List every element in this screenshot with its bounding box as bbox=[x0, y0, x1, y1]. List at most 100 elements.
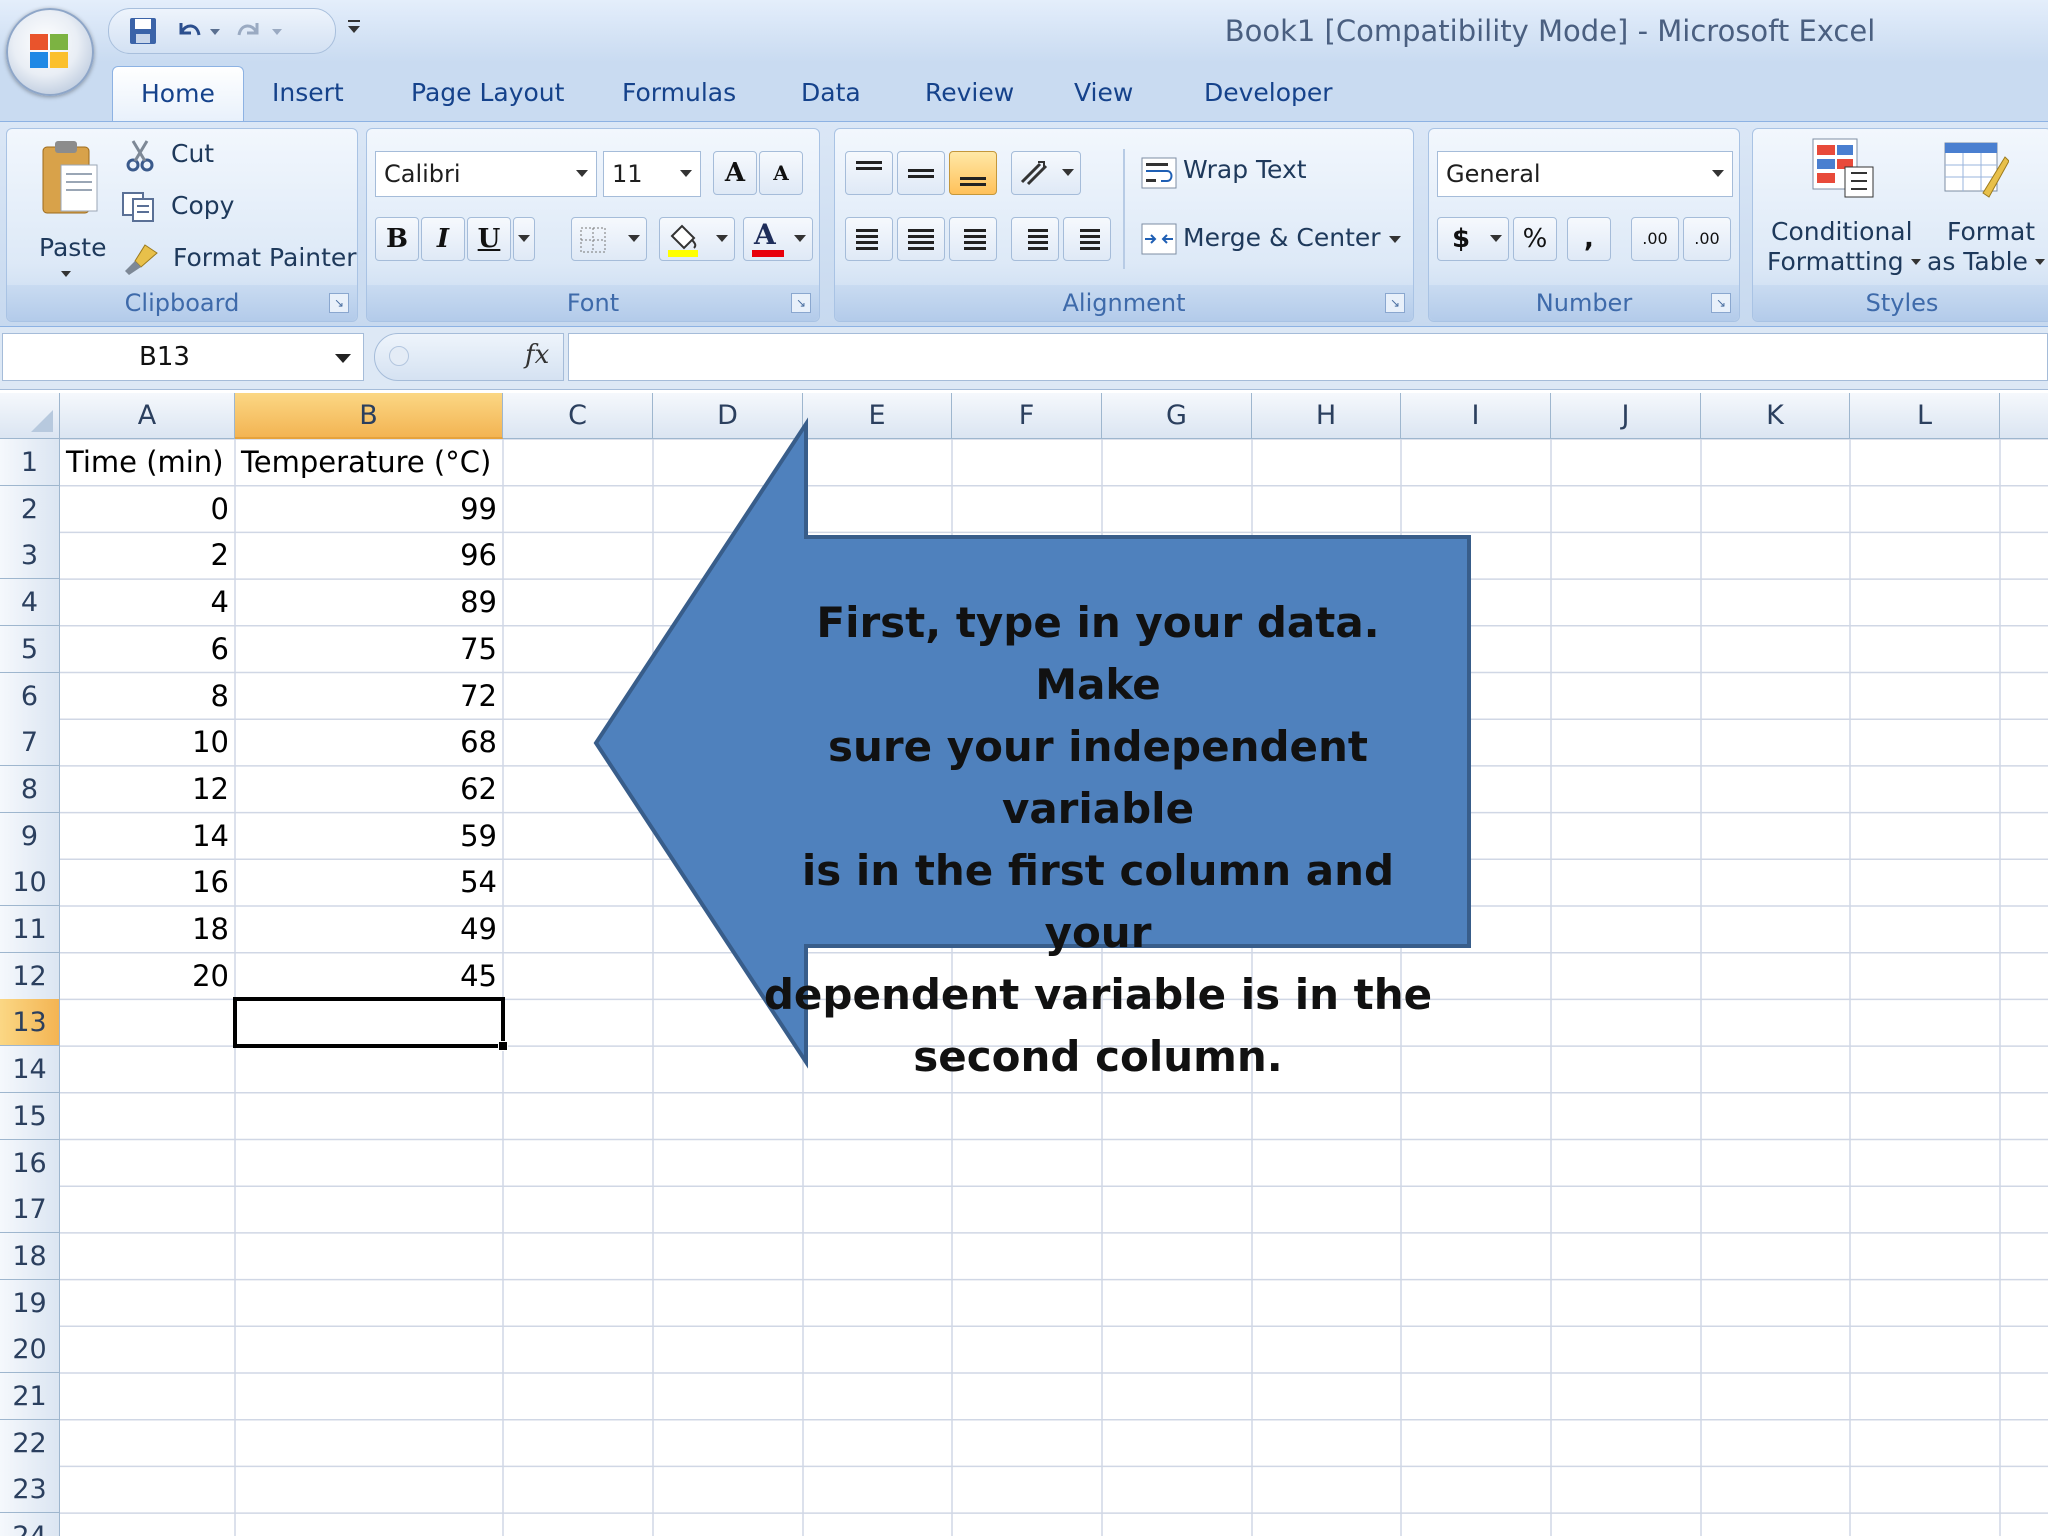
align-middle-button[interactable] bbox=[897, 151, 945, 195]
tab-formulas[interactable]: Formulas bbox=[622, 78, 736, 107]
cell-a1[interactable]: Time (min) bbox=[60, 439, 235, 486]
row-header-9[interactable]: 9 bbox=[0, 812, 60, 860]
cell-a3[interactable]: 2 bbox=[60, 532, 235, 579]
row-header-24[interactable]: 24 bbox=[0, 1513, 60, 1536]
name-box[interactable]: B13 bbox=[2, 333, 364, 381]
cell-b1[interactable]: Temperature (°C) bbox=[235, 439, 503, 486]
row-header-3[interactable]: 3 bbox=[0, 532, 60, 580]
comma-button[interactable]: , bbox=[1567, 217, 1611, 261]
cell-a10[interactable]: 16 bbox=[60, 859, 235, 906]
paste-button[interactable]: Paste bbox=[21, 139, 121, 289]
formula-input[interactable] bbox=[568, 333, 2048, 381]
column-header-c[interactable]: C bbox=[503, 393, 653, 439]
row-header-8[interactable]: 8 bbox=[0, 765, 60, 813]
undo-icon[interactable] bbox=[173, 15, 205, 47]
row-header-6[interactable]: 6 bbox=[0, 672, 60, 720]
currency-button[interactable]: $ bbox=[1437, 217, 1509, 261]
select-all-button[interactable] bbox=[0, 393, 60, 439]
borders-button[interactable] bbox=[571, 217, 647, 261]
column-header-f[interactable]: F bbox=[952, 393, 1102, 439]
row-header-21[interactable]: 21 bbox=[0, 1373, 60, 1420]
cell-b3[interactable]: 96 bbox=[235, 532, 503, 579]
cell-a7[interactable]: 10 bbox=[60, 719, 235, 766]
merge-center-button[interactable]: Merge & Center bbox=[1141, 223, 1401, 257]
increase-decimal-button[interactable]: .00 bbox=[1631, 217, 1679, 261]
tab-data[interactable]: Data bbox=[801, 78, 861, 107]
row-header-11[interactable]: 11 bbox=[0, 906, 60, 953]
column-header-i[interactable]: I bbox=[1401, 393, 1551, 439]
row-header-15[interactable]: 15 bbox=[0, 1092, 60, 1140]
underline-dropdown-icon[interactable] bbox=[513, 217, 535, 261]
percent-button[interactable]: % bbox=[1513, 217, 1557, 261]
cell-b6[interactable]: 72 bbox=[235, 673, 503, 720]
column-header-d[interactable]: D bbox=[653, 393, 803, 439]
undo-dropdown-icon[interactable] bbox=[207, 15, 223, 47]
redo-dropdown-icon[interactable] bbox=[269, 15, 285, 47]
orientation-button[interactable] bbox=[1011, 151, 1081, 195]
row-header-20[interactable]: 20 bbox=[0, 1326, 60, 1374]
row-header-2[interactable]: 2 bbox=[0, 485, 60, 533]
cell-a8[interactable]: 12 bbox=[60, 766, 235, 813]
row-header-18[interactable]: 18 bbox=[0, 1232, 60, 1280]
cell-a2[interactable]: 0 bbox=[60, 486, 235, 533]
cell-a9[interactable]: 14 bbox=[60, 813, 235, 860]
column-header-e[interactable]: E bbox=[803, 393, 952, 439]
cell-b8[interactable]: 62 bbox=[235, 766, 503, 813]
number-launcher-icon[interactable]: ↘ bbox=[1711, 293, 1731, 313]
align-right-button[interactable] bbox=[949, 217, 997, 261]
align-bottom-button[interactable] bbox=[949, 151, 997, 195]
office-button[interactable] bbox=[6, 8, 94, 96]
cell-b12[interactable]: 45 bbox=[235, 953, 503, 1000]
cell-b4[interactable]: 89 bbox=[235, 579, 503, 626]
row-header-16[interactable]: 16 bbox=[0, 1139, 60, 1187]
underline-button[interactable]: U bbox=[467, 217, 511, 261]
row-header-1[interactable]: 1 bbox=[0, 439, 60, 486]
tab-insert[interactable]: Insert bbox=[272, 78, 344, 107]
row-header-13[interactable]: 13 bbox=[0, 999, 60, 1047]
column-header-b[interactable]: B bbox=[235, 393, 503, 439]
font-color-button[interactable]: A bbox=[743, 217, 813, 261]
cell-a11[interactable]: 18 bbox=[60, 906, 235, 953]
redo-icon[interactable] bbox=[233, 15, 265, 47]
row-header-12[interactable]: 12 bbox=[0, 952, 60, 1000]
row-header-23[interactable]: 23 bbox=[0, 1466, 60, 1514]
cell-b9[interactable]: 59 bbox=[235, 813, 503, 860]
column-header-l[interactable]: L bbox=[1850, 393, 2000, 439]
number-format-select[interactable]: General bbox=[1437, 151, 1733, 197]
italic-button[interactable]: I bbox=[421, 217, 465, 261]
chevron-down-icon[interactable] bbox=[335, 354, 351, 363]
column-header-k[interactable]: K bbox=[1701, 393, 1850, 439]
cell-a5[interactable]: 6 bbox=[60, 626, 235, 673]
row-header-19[interactable]: 19 bbox=[0, 1279, 60, 1327]
cell-b2[interactable]: 99 bbox=[235, 486, 503, 533]
row-header-7[interactable]: 7 bbox=[0, 719, 60, 767]
cell-b10[interactable]: 54 bbox=[235, 859, 503, 906]
grow-font-button[interactable]: A bbox=[713, 151, 757, 195]
expand-icon[interactable] bbox=[389, 346, 409, 366]
cell-a12[interactable]: 20 bbox=[60, 953, 235, 1000]
paste-dropdown-icon[interactable] bbox=[61, 271, 71, 277]
shrink-font-button[interactable]: A bbox=[759, 151, 803, 195]
row-header-10[interactable]: 10 bbox=[0, 859, 60, 907]
row-header-4[interactable]: 4 bbox=[0, 579, 60, 627]
column-header-h[interactable]: H bbox=[1252, 393, 1401, 439]
customize-qat-icon[interactable] bbox=[344, 14, 364, 46]
format-as-table-button[interactable]: Format as Table bbox=[1923, 137, 2047, 287]
align-top-button[interactable] bbox=[845, 151, 893, 195]
row-header-17[interactable]: 17 bbox=[0, 1186, 60, 1234]
decrease-decimal-button[interactable]: .00 bbox=[1683, 217, 1731, 261]
active-cell-b13[interactable] bbox=[233, 997, 508, 1051]
conditional-formatting-button[interactable]: Conditional Formatting bbox=[1763, 137, 1921, 287]
increase-indent-button[interactable] bbox=[1063, 217, 1111, 261]
row-header-14[interactable]: 14 bbox=[0, 1046, 60, 1094]
align-left-button[interactable] bbox=[845, 217, 893, 261]
cell-b7[interactable]: 68 bbox=[235, 719, 503, 766]
font-launcher-icon[interactable]: ↘ bbox=[791, 293, 811, 313]
tab-review[interactable]: Review bbox=[925, 78, 1014, 107]
tab-developer[interactable]: Developer bbox=[1204, 78, 1333, 107]
alignment-launcher-icon[interactable]: ↘ bbox=[1385, 293, 1405, 313]
cell-b5[interactable]: 75 bbox=[235, 626, 503, 673]
font-size-select[interactable]: 11 bbox=[603, 151, 701, 197]
cell-a4[interactable]: 4 bbox=[60, 579, 235, 626]
cell-b11[interactable]: 49 bbox=[235, 906, 503, 953]
